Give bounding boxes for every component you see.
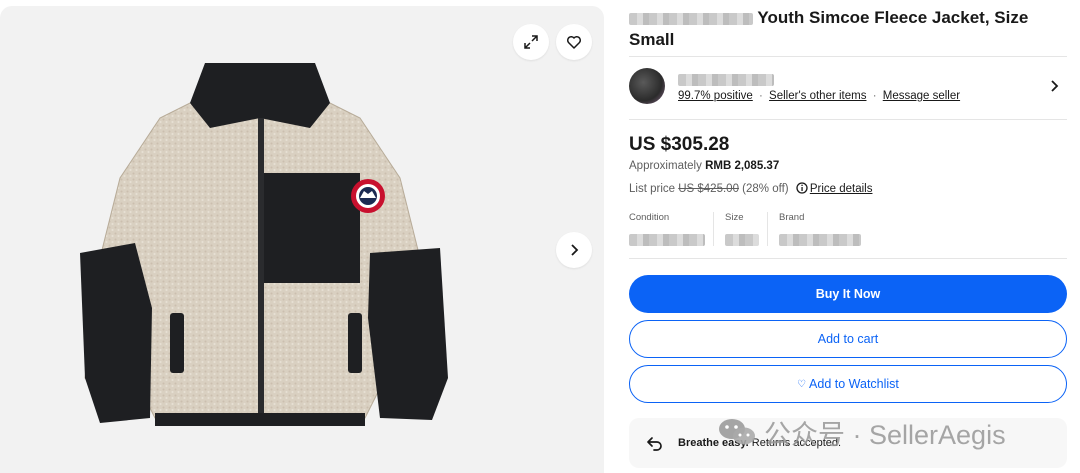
wechat-icon xyxy=(719,419,755,445)
discount: (28% off) xyxy=(738,183,792,195)
list-price: List price US $425.00 (28% off) Price de… xyxy=(629,182,872,195)
watermark-text: 公众号 · SellerAegis xyxy=(764,419,1006,450)
spec-value xyxy=(629,231,705,249)
approx-value: RMB 2,085.37 xyxy=(705,160,780,172)
watermark: 公众号 · SellerAegis xyxy=(718,412,1006,452)
item-title: Youth Simcoe Fleece Jacket, Size Small xyxy=(629,7,1069,51)
divider xyxy=(629,119,1067,120)
seller-links: 99.7% positive · Seller's other items · … xyxy=(678,90,960,102)
chevron-right-icon xyxy=(571,244,579,256)
buy-it-now-button[interactable]: Buy It Now xyxy=(629,275,1067,313)
message-seller-link[interactable]: Message seller xyxy=(883,90,960,102)
blurred-brand xyxy=(629,12,753,25)
next-image-button[interactable] xyxy=(556,232,592,268)
spec-size: Size xyxy=(725,212,759,248)
spec-value xyxy=(725,231,759,249)
add-to-watchlist-button[interactable]: ♡ Add to Watchlist xyxy=(629,365,1067,403)
seller-avatar[interactable] xyxy=(629,68,665,104)
product-image[interactable] xyxy=(60,58,460,433)
watch-heart-button[interactable] xyxy=(556,24,592,60)
divider xyxy=(713,212,714,246)
price-details-link[interactable]: Price details xyxy=(810,183,873,195)
seller-feedback-link[interactable]: 99.7% positive xyxy=(678,90,753,102)
chevron-right-icon[interactable] xyxy=(1049,79,1061,93)
expand-icon xyxy=(524,35,538,49)
info-icon[interactable] xyxy=(796,182,808,194)
approx-label: Approximately xyxy=(629,160,706,172)
heart-icon xyxy=(566,35,582,49)
jacket-image xyxy=(80,63,448,426)
seller-other-items-link[interactable]: Seller's other items xyxy=(769,90,866,102)
list-price-old: US $425.00 xyxy=(678,183,739,195)
spec-label: Condition xyxy=(629,212,670,223)
seller-name[interactable] xyxy=(678,71,774,89)
divider xyxy=(767,212,768,246)
divider xyxy=(629,56,1067,57)
seller-card[interactable]: 99.7% positive · Seller's other items · … xyxy=(629,66,1067,108)
expand-button[interactable] xyxy=(513,24,549,60)
spec-brand: Brand xyxy=(779,212,863,248)
list-price-label: List price xyxy=(629,183,679,195)
return-arrow-icon xyxy=(647,437,662,451)
brand-badge-icon xyxy=(351,179,385,213)
item-details-panel: Youth Simcoe Fleece Jacket, Size Small 9… xyxy=(629,0,1069,473)
spec-label: Size xyxy=(725,212,744,223)
item-price: US $305.28 xyxy=(629,134,730,155)
heart-icon: ♡ xyxy=(797,378,807,390)
divider xyxy=(629,258,1067,259)
spec-label: Brand xyxy=(779,212,805,223)
separator: · xyxy=(872,90,877,102)
spec-condition: Condition xyxy=(629,212,705,248)
image-gallery xyxy=(0,6,604,473)
approx-price: Approximately RMB 2,085.37 xyxy=(629,160,779,172)
add-to-cart-button[interactable]: Add to cart xyxy=(629,320,1067,358)
watchlist-label: Add to Watchlist xyxy=(809,377,899,391)
separator: · xyxy=(759,90,763,102)
spec-value xyxy=(779,231,863,249)
